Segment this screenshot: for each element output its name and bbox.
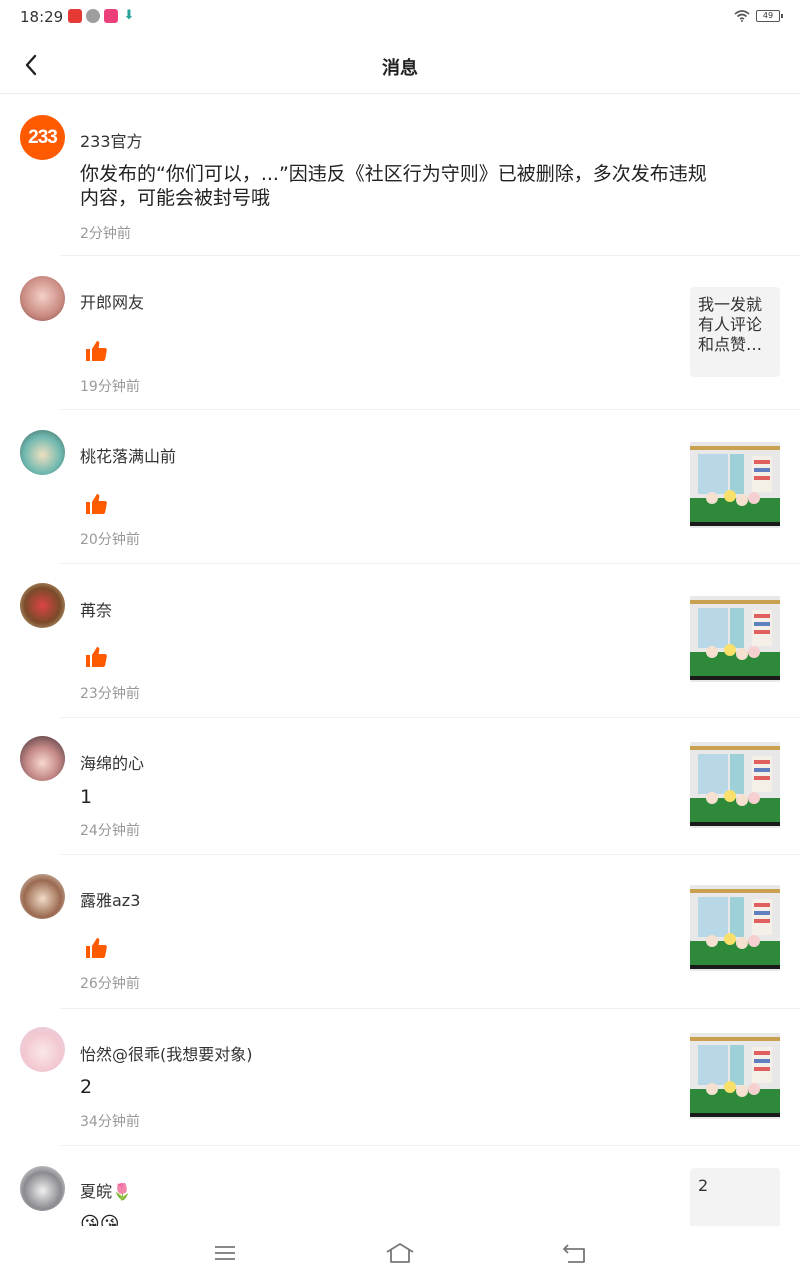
- post-thumbnail-text: 2: [698, 1176, 709, 1195]
- message-item[interactable]: 露雅az3 26分钟前: [0, 855, 800, 1009]
- back-nav-icon[interactable]: [560, 1240, 590, 1266]
- thumbs-up-icon: [86, 341, 107, 361]
- post-thumbnail-text: 我一发就有人评论和点赞…: [698, 295, 763, 354]
- avatar[interactable]: [20, 874, 65, 919]
- sender-name[interactable]: 怡然@很乖(我想要对象): [80, 1041, 253, 1065]
- battery-level: 49: [762, 11, 774, 20]
- menu-icon[interactable]: [210, 1240, 240, 1266]
- official-avatar-text: 233: [28, 126, 58, 148]
- status-right: 49: [734, 10, 783, 22]
- game-screenshot-image: [690, 442, 780, 528]
- message-item[interactable]: 怡然@很乖(我想要对象) 2 34分钟前: [0, 1009, 800, 1146]
- official-avatar[interactable]: 233: [20, 115, 65, 160]
- message-content-line: 内容，可能会被封号哦: [80, 187, 271, 209]
- post-thumbnail[interactable]: 2: [690, 1168, 780, 1226]
- thumbs-up-icon: [86, 647, 107, 667]
- home-icon[interactable]: [385, 1240, 415, 1266]
- message-time: 26分钟前: [80, 976, 140, 992]
- message-item[interactable]: 苒奈 23分钟前: [0, 564, 800, 718]
- post-thumbnail[interactable]: [690, 1031, 780, 1121]
- avatar[interactable]: [20, 1166, 65, 1211]
- message-item[interactable]: 桃花落满山前 20分钟前: [0, 410, 800, 564]
- message-item[interactable]: 夏皖🌷 😘😘 2: [0, 1146, 800, 1226]
- game-screenshot-image: [690, 596, 780, 682]
- battery-icon: 49: [756, 10, 783, 22]
- avatar[interactable]: [20, 583, 65, 628]
- official-message[interactable]: 233 233官方 你发布的“你们可以，...”因违反《社区行为守则》已被删除，…: [0, 95, 800, 256]
- page-title: 消息: [382, 58, 418, 79]
- message-item[interactable]: 海绵的心 1 24分钟前: [0, 718, 800, 855]
- message-time: 24分钟前: [80, 823, 140, 839]
- app-notification-icon: [68, 9, 82, 23]
- wechat-icon: [86, 9, 100, 23]
- game-screenshot-image: [690, 1033, 780, 1119]
- post-thumbnail[interactable]: [690, 594, 780, 684]
- post-thumbnail[interactable]: [690, 440, 780, 530]
- avatar[interactable]: [20, 1027, 65, 1072]
- message-item[interactable]: 开郎网友 19分钟前 我一发就有人评论和点赞…: [0, 256, 800, 410]
- message-time: 19分钟前: [80, 379, 140, 395]
- message-time: 20分钟前: [80, 532, 140, 548]
- message-content: 2: [80, 1076, 93, 1098]
- message-content-line: 你发布的“你们可以，...”因违反《社区行为守则》已被删除，多次发布违规: [80, 163, 707, 185]
- sender-name[interactable]: 苒奈: [80, 597, 112, 621]
- sender-name[interactable]: 开郎网友: [80, 289, 144, 313]
- message-content: 😘😘: [80, 1213, 120, 1226]
- sender-name[interactable]: 233官方: [80, 128, 143, 152]
- post-thumbnail[interactable]: 我一发就有人评论和点赞…: [690, 287, 780, 377]
- message-time: 23分钟前: [80, 686, 140, 702]
- header: 消息: [0, 36, 800, 94]
- sender-name[interactable]: 桃花落满山前: [80, 443, 176, 467]
- post-thumbnail[interactable]: [690, 883, 780, 973]
- avatar[interactable]: [20, 430, 65, 475]
- avatar[interactable]: [20, 276, 65, 321]
- system-nav-bar: [0, 1226, 800, 1280]
- notification-icons: ⬇: [68, 9, 136, 23]
- thumbs-up-icon: [86, 494, 107, 514]
- game-screenshot-image: [690, 885, 780, 971]
- sender-name[interactable]: 露雅az3: [80, 887, 140, 911]
- app-notification-icon: [104, 9, 118, 23]
- sender-name[interactable]: 海绵的心: [80, 750, 144, 774]
- game-screenshot-image: [690, 742, 780, 828]
- status-bar: 18:29 ⬇ 49: [0, 0, 800, 36]
- message-time: 2分钟前: [80, 226, 131, 242]
- post-thumbnail[interactable]: [690, 740, 780, 830]
- status-time: 18:29: [20, 8, 64, 26]
- message-content: 1: [80, 786, 93, 808]
- thumbs-up-icon: [86, 938, 107, 958]
- sender-name[interactable]: 夏皖🌷: [80, 1178, 132, 1202]
- wifi-icon: [734, 10, 750, 22]
- download-icon: ⬇: [123, 8, 135, 23]
- avatar[interactable]: [20, 736, 65, 781]
- message-time: 34分钟前: [80, 1114, 140, 1130]
